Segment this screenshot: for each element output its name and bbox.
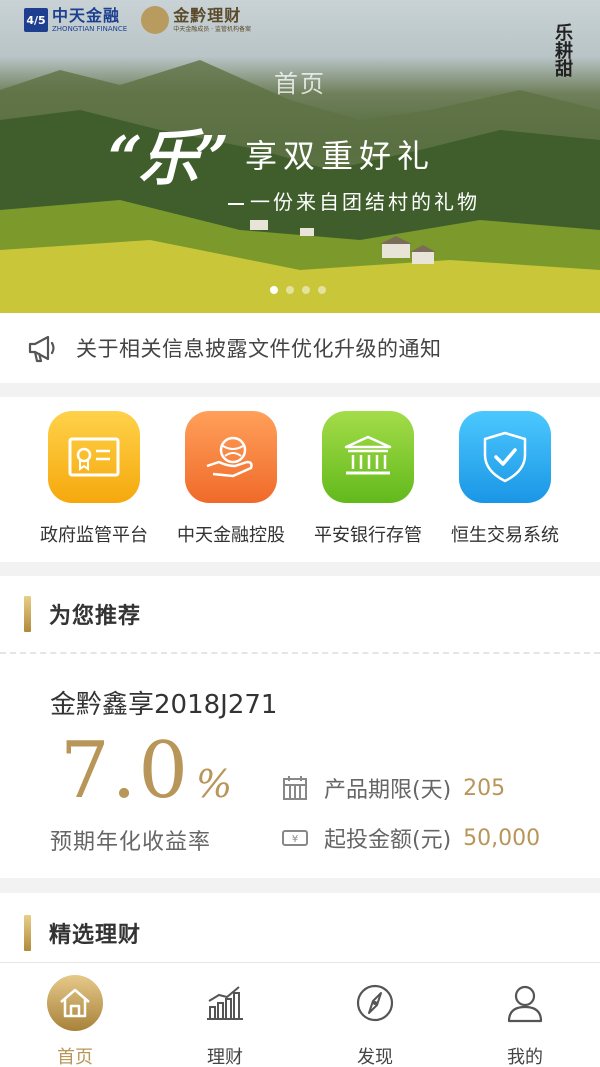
banner-headline-text: 享双重好礼: [245, 136, 436, 175]
bank-icon: [322, 411, 414, 503]
quick-entry-zhongtian[interactable]: 中天金融控股: [161, 411, 301, 547]
quick-entry-label: 政府监管平台: [40, 525, 148, 546]
compass-icon: [347, 975, 403, 1031]
svg-text:¥: ¥: [292, 834, 298, 845]
certificate-icon: [48, 411, 140, 503]
carousel-dot[interactable]: [318, 286, 326, 294]
zhongtian-logo-cn: 中天金融: [52, 5, 121, 25]
jinqian-logo-mark: [141, 6, 170, 34]
quick-entry-label: 中天金融控股: [177, 525, 285, 546]
term-value: 205: [463, 775, 506, 801]
zhongtian-logo: 4/5 中天金融 ZHONGTIAN FINANCE: [24, 5, 128, 33]
megaphone-icon: [28, 335, 55, 363]
carousel-dot[interactable]: [270, 286, 278, 294]
banner-headline: “乐” 享双重好礼: [108, 110, 435, 197]
zhongtian-logo-en: ZHONGTIAN FINANCE: [52, 24, 128, 33]
jinqian-logo-sub: 中天金融成员 · 监管机构备案: [173, 25, 251, 33]
min-amount-value: 50,000: [463, 825, 541, 851]
jinqian-logo: 金黔理财 中天金融成员 · 监管机构备案: [141, 6, 251, 34]
tab-finance[interactable]: 理财: [150, 963, 300, 1067]
tab-mine[interactable]: 我的: [450, 963, 600, 1067]
banner-subline: 一份来自团结村的礼物: [228, 186, 480, 215]
brand-calligraphy: 乐耕甜: [552, 23, 573, 77]
selected-section: 精选理财: [0, 893, 600, 973]
carousel-indicator[interactable]: [270, 286, 326, 294]
section-header: 精选理财: [0, 893, 600, 973]
money-icon: ¥: [282, 830, 308, 846]
section-accent-bar: [24, 915, 31, 951]
zhongtian-logo-mark: 4/5: [24, 8, 48, 32]
product-name: 金黔鑫享2018J271: [50, 690, 278, 720]
tab-label: 首页: [57, 1047, 93, 1067]
notice-text[interactable]: 关于相关信息披露文件优化升级的通知: [76, 333, 442, 363]
quick-entry-label: 恒生交易系统: [451, 525, 559, 546]
bottom-tab-bar: 首页 理财 发现 我的: [0, 962, 600, 1067]
carousel-dot[interactable]: [286, 286, 294, 294]
rate-unit: %: [196, 762, 233, 806]
globe-hand-icon: [185, 411, 277, 503]
calendar-icon: [283, 776, 307, 800]
term-label: 产品期限(天): [324, 778, 452, 803]
quick-entry-label: 平安银行存管: [314, 525, 422, 546]
product-min-amount: ¥ 起投金额(元) 50,000: [282, 822, 540, 854]
shield-check-icon: [459, 411, 551, 503]
tab-label: 我的: [507, 1047, 543, 1067]
partner-logos: 4/5 中天金融 ZHONGTIAN FINANCE 金黔理财 中天金融成员 ·…: [24, 6, 251, 34]
carousel-dot[interactable]: [302, 286, 310, 294]
rate-label: 预期年化收益率: [50, 830, 212, 855]
quick-entry-hundsun[interactable]: 恒生交易系统: [435, 411, 575, 547]
tab-discover[interactable]: 发现: [300, 963, 450, 1067]
section-title: 为您推荐: [49, 604, 142, 629]
banner-headline-mark: “乐”: [108, 124, 229, 194]
quick-entry-panel: 政府监管平台 中天金融控股 平安银行存管 恒生交易系统: [0, 397, 600, 562]
rate-value: 7.0: [60, 726, 191, 816]
notice-bar[interactable]: 关于相关信息披露文件优化升级的通知: [0, 313, 600, 383]
quick-entry-government[interactable]: 政府监管平台: [24, 411, 164, 547]
tab-home[interactable]: 首页: [0, 963, 150, 1067]
tab-label: 发现: [357, 1047, 393, 1067]
jinqian-logo-cn: 金黔理财: [173, 5, 242, 25]
section-header: 为您推荐: [0, 576, 600, 654]
tab-label: 理财: [207, 1047, 243, 1067]
chart-icon: [197, 975, 253, 1031]
product-rate: 7.0%: [60, 726, 232, 816]
section-accent-bar: [24, 596, 31, 632]
home-icon: [47, 975, 103, 1031]
quick-entry-pingan[interactable]: 平安银行存管: [298, 411, 438, 547]
section-title: 精选理财: [49, 923, 142, 948]
product-term: 产品期限(天) 205: [282, 772, 505, 804]
page-title: 首页: [274, 70, 326, 98]
min-amount-label: 起投金额(元): [324, 828, 452, 853]
banner-carousel[interactable]: 4/5 中天金融 ZHONGTIAN FINANCE 金黔理财 中天金融成员 ·…: [0, 0, 600, 313]
user-icon: [497, 975, 553, 1031]
recommend-section: 为您推荐 金黔鑫享2018J271 7.0% 预期年化收益率 产品期限(天) 2…: [0, 576, 600, 878]
